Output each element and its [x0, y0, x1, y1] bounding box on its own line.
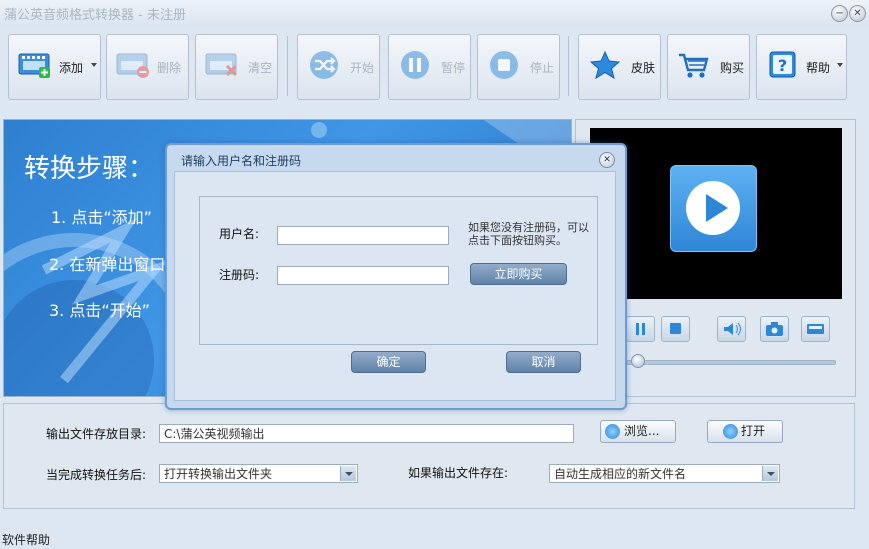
browse-button[interactable]: 浏览...: [600, 420, 676, 443]
camera-icon: [766, 322, 783, 336]
add-label: 添加: [59, 61, 84, 75]
open-label: 打开: [741, 424, 766, 438]
buy-label: 购买: [720, 61, 745, 75]
seek-handle[interactable]: [631, 354, 645, 368]
steps-heading: 转换步骤：: [24, 154, 155, 184]
shuffle-icon: [310, 51, 338, 79]
chevron-down-icon[interactable]: [340, 466, 356, 481]
step-1: 1. 点击“添加”: [51, 208, 152, 227]
speaker-icon: [724, 322, 741, 336]
fullscreen-icon: [807, 324, 824, 334]
help-icon: ?: [769, 51, 796, 78]
after-done-value: 打开转换输出文件夹: [164, 467, 273, 481]
chevron-down-icon[interactable]: [837, 63, 843, 67]
chevron-down-icon[interactable]: [91, 63, 97, 67]
stop-button[interactable]: 停止: [477, 34, 560, 100]
stop-label: 停止: [530, 61, 555, 75]
help-button[interactable]: ? 帮助: [756, 34, 847, 100]
pause-control[interactable]: [626, 316, 655, 342]
toolbar-divider: [568, 36, 569, 96]
after-done-label: 当完成转换任务后:: [46, 468, 147, 482]
pause-icon: [401, 51, 429, 79]
star-icon: [589, 50, 621, 80]
seek-track[interactable]: [626, 360, 836, 365]
skin-button[interactable]: 皮肤: [578, 34, 661, 100]
clear-label: 清空: [248, 61, 273, 75]
minimize-button[interactable]: −: [831, 5, 848, 22]
film-clear-icon: [205, 53, 238, 77]
open-icon: [723, 424, 738, 439]
film-add-icon: [18, 53, 50, 78]
start-label: 开始: [350, 61, 375, 75]
dialog-body: 用户名: 注册码: 如果您没有注册码，可以点击下面按钮购买。 立即购买 确定 取…: [174, 171, 616, 401]
stop-control[interactable]: [661, 316, 690, 342]
cancel-button[interactable]: 取消: [506, 351, 581, 373]
registration-dialog: 请输入用户名和注册码 ✕ 用户名: 注册码: 如果您没有注册码，可以点击下面按钮…: [165, 143, 627, 410]
start-button[interactable]: 开始: [297, 34, 380, 100]
output-dir-field[interactable]: C:\蒲公英视频输出: [159, 424, 574, 443]
shopping-cart-icon: [679, 53, 709, 78]
dialog-group: 用户名: 注册码: 如果您没有注册码，可以点击下面按钮购买。 立即购买: [199, 196, 598, 345]
step-3: 3. 点击“开始”: [49, 301, 150, 320]
buy-button[interactable]: 购买: [667, 34, 750, 100]
browse-icon: [605, 424, 620, 439]
delete-label: 删除: [157, 61, 182, 75]
pause-label: 暂停: [441, 61, 466, 75]
add-button[interactable]: 添加: [8, 34, 101, 100]
dialog-title: 请输入用户名和注册码: [181, 154, 302, 168]
username-label: 用户名:: [219, 227, 260, 241]
svg-text:?: ?: [778, 56, 787, 75]
pause-icon: [636, 323, 645, 335]
delete-button[interactable]: 删除: [106, 34, 189, 100]
toolbar-divider: [287, 36, 288, 96]
registration-code-input[interactable]: [277, 266, 449, 285]
username-input[interactable]: [277, 226, 449, 245]
pause-button[interactable]: 暂停: [388, 34, 471, 100]
film-remove-icon: [116, 53, 149, 78]
play-icon[interactable]: [670, 165, 757, 252]
if-exists-label: 如果输出文件存在:: [408, 466, 509, 480]
output-dir-label: 输出文件存放目录:: [46, 427, 147, 441]
skin-label: 皮肤: [631, 61, 656, 75]
buy-now-button[interactable]: 立即购买: [470, 263, 567, 285]
close-icon[interactable]: ✕: [599, 152, 615, 168]
purchase-hint: 如果您没有注册码，可以点击下面按钮购买。: [468, 221, 589, 247]
settings-panel: 输出文件存放目录: C:\蒲公英视频输出 浏览... 打开 当完成转换任务后: …: [3, 403, 855, 509]
if-exists-value: 自动生成相应的新文件名: [554, 467, 687, 481]
app-title: 蒲公英音频格式转换器 - 未注册: [4, 8, 186, 23]
stop-icon: [670, 323, 681, 334]
close-button[interactable]: ✕: [849, 5, 866, 22]
status-help-link[interactable]: 软件帮助: [2, 531, 50, 548]
clear-button[interactable]: 清空: [195, 34, 278, 100]
after-done-select[interactable]: 打开转换输出文件夹: [159, 464, 358, 483]
if-exists-select[interactable]: 自动生成相应的新文件名: [549, 464, 780, 483]
stop-icon: [490, 51, 518, 79]
volume-control[interactable]: [717, 316, 746, 342]
code-label: 注册码:: [219, 268, 260, 282]
step-2: 2. 在新弹出窗口: [49, 255, 166, 274]
video-preview[interactable]: [590, 128, 842, 299]
title-bar: 蒲公英音频格式转换器 - 未注册 − ✕: [0, 0, 869, 26]
ok-button[interactable]: 确定: [351, 351, 426, 373]
help-label: 帮助: [806, 61, 831, 75]
fullscreen-control[interactable]: [801, 316, 830, 342]
snapshot-control[interactable]: [760, 316, 789, 342]
open-button[interactable]: 打开: [707, 420, 783, 443]
browse-label: 浏览...: [624, 424, 660, 438]
chevron-down-icon[interactable]: [762, 466, 778, 481]
